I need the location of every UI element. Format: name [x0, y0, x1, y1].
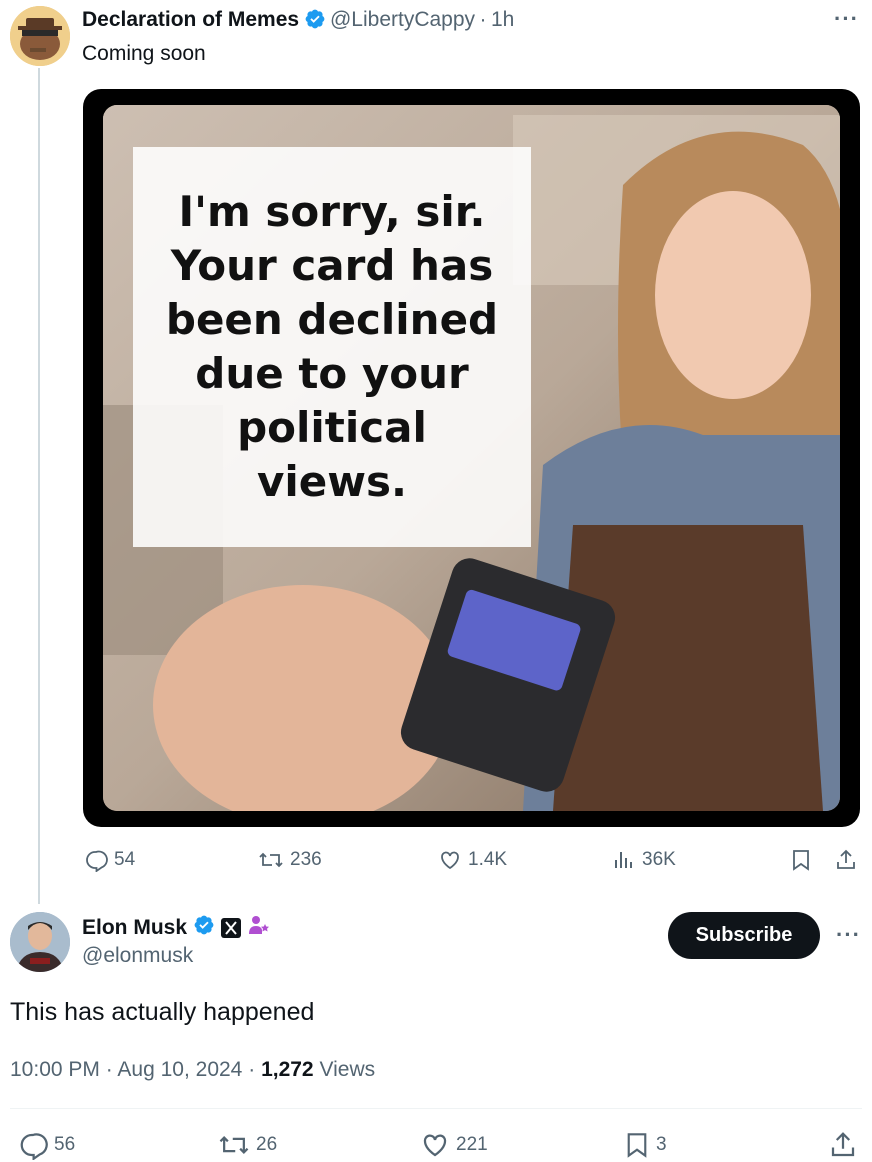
quoted-tweet-text: Coming soon	[82, 42, 206, 65]
reply-button[interactable]: 56	[18, 1130, 75, 1160]
like-count: 1.4K	[468, 849, 508, 870]
author-handle[interactable]: @elonmusk	[82, 944, 193, 968]
main-tweet-header: Elon Musk	[82, 914, 271, 941]
verified-badge-icon	[304, 8, 326, 35]
caption-line: been declined	[165, 295, 499, 344]
affiliate-icon[interactable]	[247, 914, 271, 941]
main-tweet-text: This has actually happened	[10, 998, 315, 1026]
repost-icon	[259, 852, 283, 868]
reply-icon	[20, 1133, 48, 1160]
verified-badge-icon	[193, 914, 215, 941]
tweet-time[interactable]: 1h	[491, 8, 514, 31]
quoted-tweet-header: Declaration of Memes @LibertyCappy · 1h	[82, 8, 514, 35]
bookmark-icon	[793, 850, 809, 871]
more-icon[interactable]: ···	[836, 922, 861, 948]
meme-image[interactable]: I'm sorry, sir. Your card has been decli…	[83, 89, 860, 827]
views-icon	[615, 852, 632, 868]
like-icon	[441, 851, 459, 870]
subscribe-button[interactable]: Subscribe	[668, 912, 820, 959]
share-icon	[837, 849, 855, 869]
reply-button[interactable]: 54	[84, 848, 135, 872]
repost-icon	[219, 1136, 249, 1154]
reply-icon	[86, 850, 108, 872]
capybara-avatar-icon	[10, 6, 70, 66]
meta-separator: ·	[248, 1058, 256, 1081]
share-icon	[831, 1132, 855, 1157]
tweet-meta: 10:00 PM · Aug 10, 2024 · 1,272 Views	[10, 1058, 375, 1082]
bookmark-button[interactable]: 3	[624, 1130, 667, 1160]
profile-photo-icon	[10, 912, 70, 972]
share-button[interactable]	[828, 1130, 858, 1160]
meme-photo: I'm sorry, sir. Your card has been decli…	[103, 105, 840, 811]
thread-connector-line	[38, 68, 40, 904]
bookmark-button[interactable]	[790, 848, 812, 872]
like-count: 221	[456, 1134, 488, 1155]
share-button[interactable]	[834, 848, 858, 872]
like-icon	[423, 1134, 447, 1157]
author-name[interactable]: Elon Musk	[82, 916, 187, 940]
avatar-elon-musk[interactable]	[10, 912, 70, 972]
caption-line: Your card has	[170, 241, 494, 290]
views-label: Views	[319, 1058, 376, 1081]
caption-line: due to your	[195, 349, 469, 398]
tweet-time[interactable]: 10:00 PM	[10, 1058, 100, 1081]
views-count: 36K	[642, 849, 676, 870]
meme-caption: I'm sorry, sir. Your card has been decli…	[133, 185, 531, 509]
repost-button[interactable]: 26	[218, 1130, 277, 1160]
reply-count: 54	[114, 849, 136, 870]
like-button[interactable]: 1.4K	[438, 848, 507, 872]
repost-button[interactable]: 236	[258, 848, 322, 872]
author-handle[interactable]: @LibertyCappy	[330, 8, 475, 31]
divider	[10, 1108, 862, 1109]
bookmark-count: 3	[656, 1134, 667, 1155]
author-name[interactable]: Declaration of Memes	[82, 8, 299, 31]
meta-separator: ·	[105, 1058, 113, 1081]
caption-line: political	[237, 403, 427, 452]
bookmark-icon	[627, 1133, 647, 1158]
caption-line: I'm sorry, sir.	[178, 187, 486, 236]
more-icon[interactable]: ···	[834, 6, 859, 32]
caption-line: views.	[256, 457, 407, 506]
repost-count: 236	[290, 849, 322, 870]
tweet-date[interactable]: Aug 10, 2024	[117, 1058, 242, 1081]
views-button[interactable]: 36K	[612, 848, 676, 872]
x-logo-icon[interactable]	[221, 917, 242, 938]
like-button[interactable]: 221	[420, 1130, 488, 1160]
reply-count: 56	[54, 1134, 76, 1155]
repost-count: 26	[256, 1134, 278, 1155]
view-count: 1,272	[261, 1058, 314, 1081]
avatar-declaration-of-memes[interactable]	[10, 6, 70, 66]
header-separator: ·	[479, 8, 487, 31]
